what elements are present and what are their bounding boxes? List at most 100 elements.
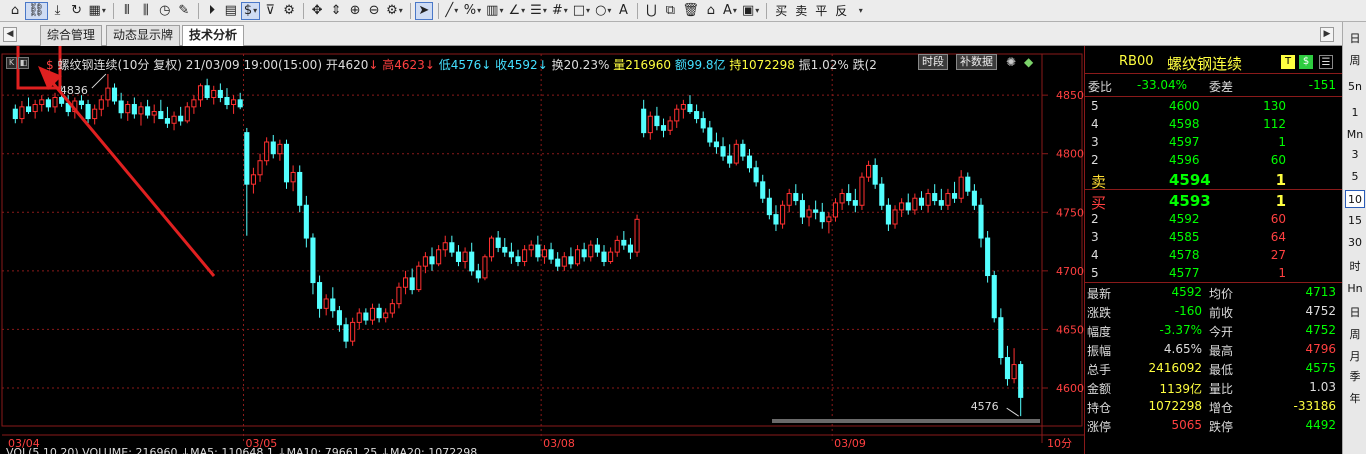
order-book-row[interactable]: 2 4592 60 [1085,210,1342,228]
play-icon[interactable]: ⏵ [203,2,221,20]
tab-scroll-left-icon[interactable]: ◀ [3,27,17,42]
time-segment-button[interactable]: 时段 [918,54,948,70]
high-value: 高4623 [382,58,425,72]
order-book-row[interactable]: 4 4598 112 [1085,115,1342,133]
order-book-row[interactable]: 2 4596 60 [1085,151,1342,169]
period-button[interactable]: 5n [1345,78,1365,96]
order-book-row[interactable]: 5 4577 1 [1085,264,1342,282]
candle-body [932,193,938,202]
settings-icon[interactable]: ⚙ [280,2,298,20]
bar-icon[interactable]: ⫼ [137,2,155,20]
period-button[interactable]: 日 [1345,304,1365,322]
circle-icon[interactable]: ○ [593,2,613,20]
period-button[interactable]: Mn [1345,126,1365,144]
pointer-icon[interactable]: ➤ [414,1,433,20]
candle-body [733,143,739,164]
period-button[interactable]: 1 [1345,104,1365,122]
lock-icon[interactable]: ⌂ [702,2,720,20]
order-book-row[interactable]: 4 4578 27 [1085,246,1342,264]
period-button[interactable]: 周 [1345,52,1365,70]
candle-icon[interactable]: ⫴ [118,2,136,20]
k-mode-icon[interactable]: K [6,57,17,69]
home-icon[interactable]: ⌂ [6,2,24,20]
supplement-data-button[interactable]: 补数据 [956,54,997,70]
quote-title: RB00 螺纹钢连续 T $ ☰ [1085,46,1342,74]
candle-body [608,251,614,262]
save-icon[interactable]: ▣ [740,2,761,20]
grid-icon[interactable]: ▦ [87,2,108,20]
font-color-icon[interactable]: A [721,2,739,20]
order-book-row[interactable]: 买 4593 1 [1085,190,1342,212]
kline-chart[interactable]: 48504800475047004650460003/04 03/05 03/08 0… [0,46,1084,454]
tab-overview[interactable]: 综合管理 [40,25,103,46]
tab-technical-analysis[interactable]: 技术分析 [182,25,245,46]
rectangle-icon[interactable]: □ [571,2,592,20]
filter-icon[interactable]: ⊽ [261,2,279,20]
period-button[interactable]: 时 [1345,258,1365,276]
panel-menu-icon[interactable]: ☰ [1319,55,1333,69]
period-button[interactable]: 月 [1345,348,1365,366]
period-button[interactable]: Hn [1345,280,1365,298]
price-value: 4596 [1169,153,1200,167]
clock-icon[interactable]: ◷ [156,2,174,20]
period-button[interactable]: 10 [1345,190,1365,208]
s-badge[interactable]: $ [1299,55,1313,69]
gear-icon[interactable]: ⚙ [384,2,405,20]
period-button[interactable]: 30 [1345,234,1365,252]
t-badge[interactable]: T [1281,55,1295,69]
candle-body [561,256,567,267]
hash-icon[interactable]: # [550,2,570,20]
gear-small-icon[interactable]: ✺ [1006,55,1016,69]
close-position-button[interactable]: 平 [811,2,831,19]
line-icon[interactable]: ╱ [443,2,461,20]
stat-row: 振幅 4.65% 最高 4796 [1085,340,1342,359]
candle-body [813,209,819,213]
order-book-row[interactable]: 3 4597 1 [1085,133,1342,151]
edit-icon[interactable]: ✎ [175,2,193,20]
magnet-icon[interactable]: ⋃ [642,2,660,20]
amplitude-value: 振1.02% [798,58,849,72]
period-button[interactable]: 5 [1345,168,1365,186]
percent-icon[interactable]: % [462,2,483,20]
tab-dynamic-board[interactable]: 动态显示牌 [106,25,181,46]
angle-icon[interactable]: ∠ [506,2,527,20]
download-icon[interactable]: ⤓ [49,2,67,20]
compare-icon[interactable]: ◧ [18,57,29,69]
document-icon[interactable]: ▤ [222,2,240,20]
move-icon[interactable]: ✥ [308,2,326,20]
zoom-out-icon[interactable]: ⊖ [365,2,383,20]
more-dropdown[interactable] [851,2,869,20]
link-icon[interactable]: ⛓ [25,1,48,20]
wc-label: 委差 [1209,80,1234,94]
period-button[interactable]: 季 [1345,368,1365,386]
period-button[interactable]: 15 [1345,212,1365,230]
diamond-icon[interactable]: ◆ [1024,55,1033,69]
candle-body [508,251,514,258]
candle-body [297,171,303,206]
copy-icon[interactable]: ⧉ [661,2,679,20]
period-button[interactable]: 日 [1345,30,1365,48]
candle-body [125,104,131,114]
ruler-icon[interactable]: ▥ [484,2,505,20]
tab-scroll-right-icon[interactable]: ▶ [1320,27,1334,42]
period-button[interactable]: 年 [1345,390,1365,408]
candle-body [667,120,673,131]
buy-button[interactable]: 买 [771,2,791,19]
period-button[interactable]: 周 [1345,326,1365,344]
dollar-icon[interactable]: $ [240,1,261,20]
period-button[interactable]: 3 [1345,146,1365,164]
stat-value: 4713 [1305,285,1336,299]
delete-icon[interactable]: 🗑 [680,2,701,20]
stat-label: 持仓 [1087,401,1112,415]
order-book-row[interactable]: 卖 4594 1 [1085,169,1342,191]
text-tool-icon[interactable]: A [614,2,632,20]
refresh-icon[interactable]: ↻ [68,2,86,20]
order-book-row[interactable]: 5 4600 130 [1085,97,1342,115]
order-book-row[interactable]: 3 4585 64 [1085,228,1342,246]
candle-body [660,125,667,131]
reverse-button[interactable]: 反 [831,2,851,19]
zoom-in-icon[interactable]: ⊕ [346,2,364,20]
level-icon[interactable]: ☰ [528,2,549,20]
vertical-icon[interactable]: ⇕ [327,2,345,20]
sell-button[interactable]: 卖 [791,2,811,19]
